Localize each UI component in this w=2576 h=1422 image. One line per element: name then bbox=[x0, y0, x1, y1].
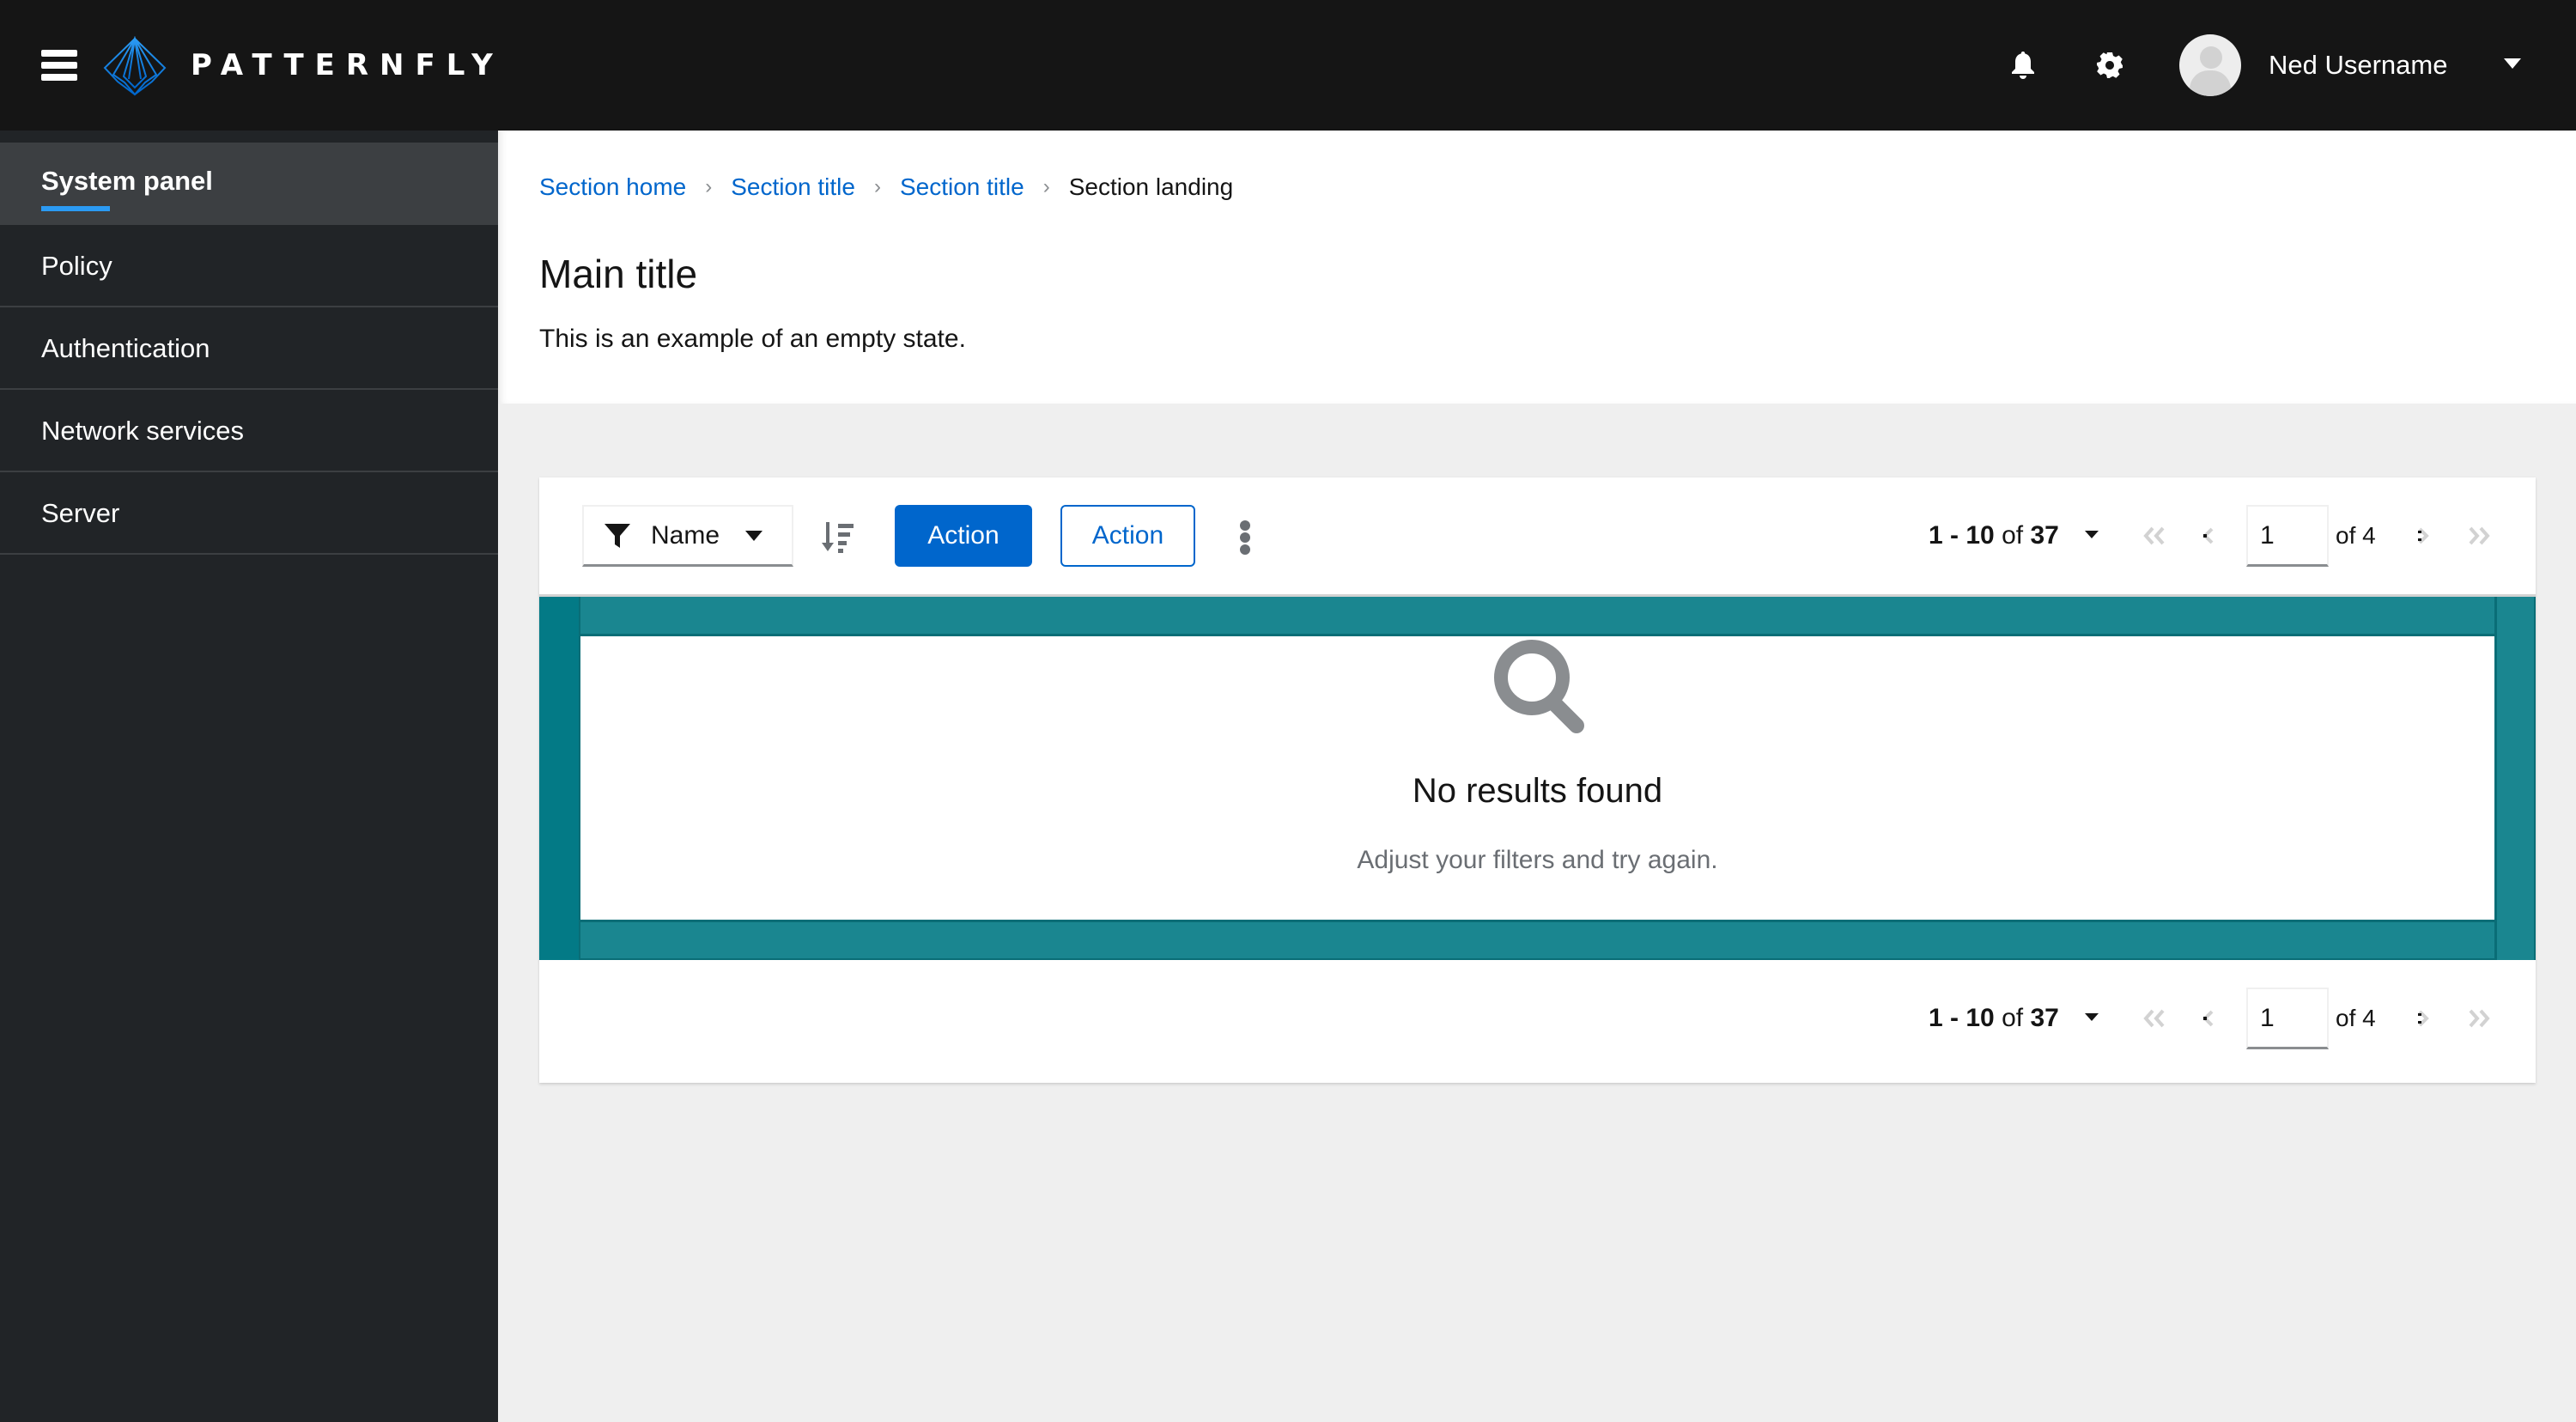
sidebar-item-system-panel[interactable]: System panel bbox=[0, 143, 498, 225]
chevron-right-icon: › bbox=[705, 175, 713, 198]
empty-state-body: Adjust your filters and try again. bbox=[1357, 846, 1718, 874]
chevron-right-icon: › bbox=[1042, 175, 1050, 198]
chevron-right-icon: › bbox=[873, 175, 881, 198]
breadcrumb-current: Section landing bbox=[1068, 173, 1234, 200]
frame-left-bar bbox=[539, 597, 580, 960]
last-page-icon[interactable] bbox=[2461, 1001, 2495, 1036]
frame-top-bar bbox=[580, 597, 2494, 636]
pagination-range: 1 - 10 bbox=[1929, 521, 1995, 550]
page-header: Section home › Section title › Section t… bbox=[498, 131, 2576, 404]
pagination-range: 1 - 10 bbox=[1929, 1004, 1995, 1032]
sidebar: System panel Policy Authentication Netwo… bbox=[0, 131, 498, 1422]
last-page-icon[interactable] bbox=[2461, 519, 2495, 553]
page-title: Main title bbox=[539, 252, 698, 296]
kebab-icon[interactable] bbox=[1235, 519, 1255, 556]
sort-amount-down-icon[interactable] bbox=[821, 520, 862, 555]
page-description: This is an example of an empty state. bbox=[539, 325, 966, 353]
masthead: PATTERNFLY Ned Username bbox=[0, 0, 2576, 131]
pagination-total: 37 bbox=[2030, 1004, 2059, 1032]
sidebar-item-policy[interactable]: Policy bbox=[0, 225, 498, 307]
sidebar-item-authentication[interactable]: Authentication bbox=[0, 307, 498, 390]
total-pages-label: of 4 bbox=[2336, 522, 2376, 549]
pagination-of-label: of bbox=[2002, 521, 2024, 550]
sidebar-item-label: Authentication bbox=[41, 333, 210, 363]
pagination-bottom: 1 - 10 of 37 of 4 bbox=[1913, 988, 2514, 1049]
toolbar: Name Action Action 1 - 10 of 37 1 of 4 bbox=[539, 477, 2536, 594]
current-page-input[interactable] bbox=[2246, 505, 2329, 567]
next-page-icon[interactable] bbox=[2406, 1001, 2440, 1036]
pagination-total: 37 bbox=[2030, 521, 2059, 550]
empty-state-frame: No results found Adjust your filters and… bbox=[539, 594, 2536, 960]
total-pages-label: of 4 bbox=[2336, 1005, 2376, 1031]
sidebar-item-label: Network services bbox=[41, 416, 244, 446]
hamburger-icon[interactable] bbox=[39, 48, 79, 82]
content-card: Name Action Action 1 - 10 of 37 1 of 4 N… bbox=[539, 477, 2536, 1083]
per-page-toggle[interactable]: 1 - 10 of 37 bbox=[1929, 505, 2099, 567]
sidebar-item-label: Server bbox=[41, 498, 120, 528]
next-page-icon[interactable] bbox=[2406, 519, 2440, 553]
sidebar-item-server[interactable]: Server bbox=[0, 472, 498, 555]
brand-name: PATTERNFLY bbox=[191, 48, 504, 82]
pagination-of-label: of bbox=[2002, 1004, 2024, 1032]
empty-state: No results found Adjust your filters and… bbox=[580, 636, 2494, 920]
caret-down-icon bbox=[2085, 530, 2099, 538]
breadcrumb-section-title-1[interactable]: Section title bbox=[731, 173, 855, 201]
first-page-icon[interactable] bbox=[2138, 519, 2172, 553]
previous-page-icon[interactable] bbox=[2191, 519, 2226, 553]
gear-icon[interactable] bbox=[2093, 48, 2127, 82]
sidebar-item-label: Policy bbox=[41, 251, 112, 281]
caret-down-icon[interactable] bbox=[2504, 58, 2521, 69]
secondary-action-button[interactable]: Action bbox=[1060, 505, 1195, 567]
filter-select[interactable]: Name bbox=[582, 505, 793, 567]
filter-select-label: Name bbox=[651, 520, 720, 550]
pagination-top: 1 - 10 of 37 of 4 bbox=[1913, 505, 2514, 567]
search-icon bbox=[1494, 640, 1584, 733]
frame-bottom-bar bbox=[580, 920, 2494, 960]
sidebar-item-label: System panel bbox=[41, 166, 213, 196]
frame-right-bar bbox=[2494, 597, 2536, 960]
bell-icon[interactable] bbox=[2006, 48, 2040, 82]
active-indicator bbox=[41, 206, 110, 211]
current-page-input[interactable] bbox=[2246, 988, 2329, 1049]
first-page-icon[interactable] bbox=[2138, 1001, 2172, 1036]
sidebar-item-network-services[interactable]: Network services bbox=[0, 390, 498, 472]
empty-state-title: No results found bbox=[1412, 772, 1663, 810]
breadcrumb-section-home[interactable]: Section home bbox=[539, 173, 686, 201]
previous-page-icon[interactable] bbox=[2191, 1001, 2226, 1036]
primary-action-button[interactable]: Action bbox=[895, 505, 1032, 567]
filter-icon bbox=[605, 523, 630, 548]
breadcrumb-section-title-2[interactable]: Section title bbox=[900, 173, 1024, 201]
per-page-toggle[interactable]: 1 - 10 of 37 bbox=[1929, 988, 2099, 1049]
caret-down-icon bbox=[2085, 1012, 2099, 1021]
user-avatar-icon[interactable] bbox=[2179, 34, 2241, 96]
patternfly-logo-icon[interactable] bbox=[103, 36, 167, 96]
breadcrumb: Section home › Section title › Section t… bbox=[539, 170, 1233, 204]
user-menu-toggle[interactable]: Ned Username bbox=[2269, 46, 2447, 84]
caret-down-icon bbox=[745, 530, 763, 541]
